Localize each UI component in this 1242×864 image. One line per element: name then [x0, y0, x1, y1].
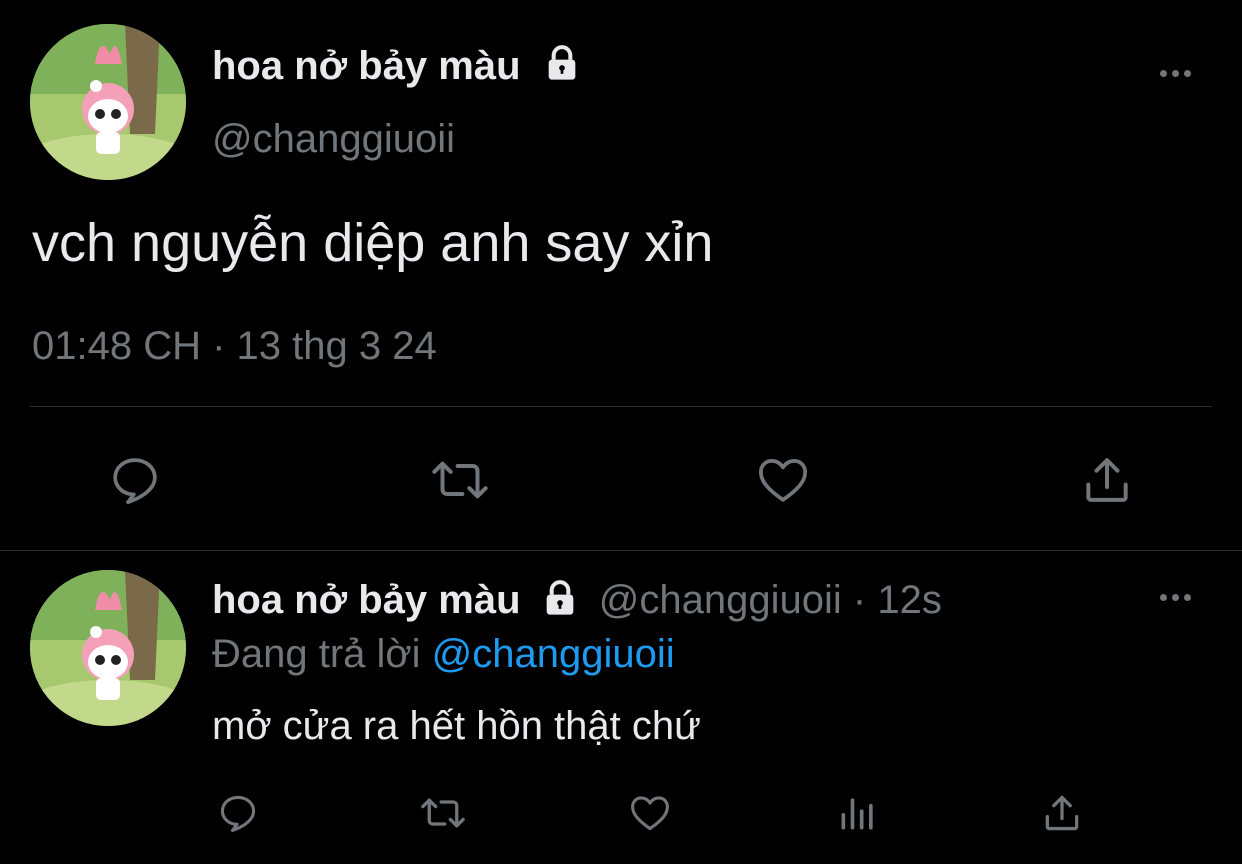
replying-to-link[interactable]: @changgiuoii: [432, 632, 675, 676]
retweet-button[interactable]: [414, 790, 472, 836]
separator-dot: ·: [852, 578, 867, 622]
retweet-button[interactable]: [420, 450, 500, 510]
like-icon: [631, 796, 669, 831]
like-button[interactable]: [748, 450, 818, 510]
retweet-icon: [432, 461, 488, 499]
lock-icon: [546, 580, 573, 616]
avatar[interactable]: [30, 24, 186, 180]
more-icon[interactable]: [1160, 70, 1191, 77]
display-name-text[interactable]: hoa nở bảy màu: [212, 44, 521, 88]
share-button[interactable]: [1036, 790, 1088, 836]
divider: [0, 550, 1242, 551]
handle[interactable]: @changgiuoii: [212, 115, 455, 163]
reply-icon: [220, 795, 256, 832]
reply-display-name[interactable]: hoa nở bảy màu: [212, 578, 521, 622]
more-icon[interactable]: [1160, 594, 1191, 601]
divider: [30, 406, 1212, 407]
reply-button[interactable]: [212, 790, 264, 836]
share-icon: [1086, 458, 1128, 502]
analytics-button[interactable]: [832, 790, 884, 836]
reply-time[interactable]: 12s: [877, 578, 942, 622]
lock-icon: [548, 45, 575, 81]
retweet-icon: [421, 798, 465, 828]
like-icon: [758, 459, 808, 502]
reply-handle[interactable]: @changgiuoii: [599, 578, 842, 622]
analytics-icon: [841, 798, 873, 830]
timestamp[interactable]: 01:48 CH · 13 thg 3 24: [32, 322, 437, 370]
reply-text: mở cửa ra hết hồn thật chứ: [212, 704, 701, 748]
reply-icon: [113, 458, 157, 505]
tweet-text: vch nguyễn diệp anh say xỉn: [32, 213, 714, 273]
replying-label: Đang trả lời: [212, 632, 421, 676]
like-button[interactable]: [624, 790, 676, 836]
replying-to: Đang trả lời @changgiuoii: [212, 630, 675, 678]
reply-avatar[interactable]: [30, 570, 186, 726]
share-button[interactable]: [1072, 450, 1142, 510]
display-name[interactable]: hoa nở bảy màu: [212, 42, 582, 90]
reply-button[interactable]: [100, 450, 170, 510]
reply-header: hoa nở bảy màu @changgiuoii · 12s: [212, 576, 942, 624]
share-icon: [1045, 795, 1079, 831]
